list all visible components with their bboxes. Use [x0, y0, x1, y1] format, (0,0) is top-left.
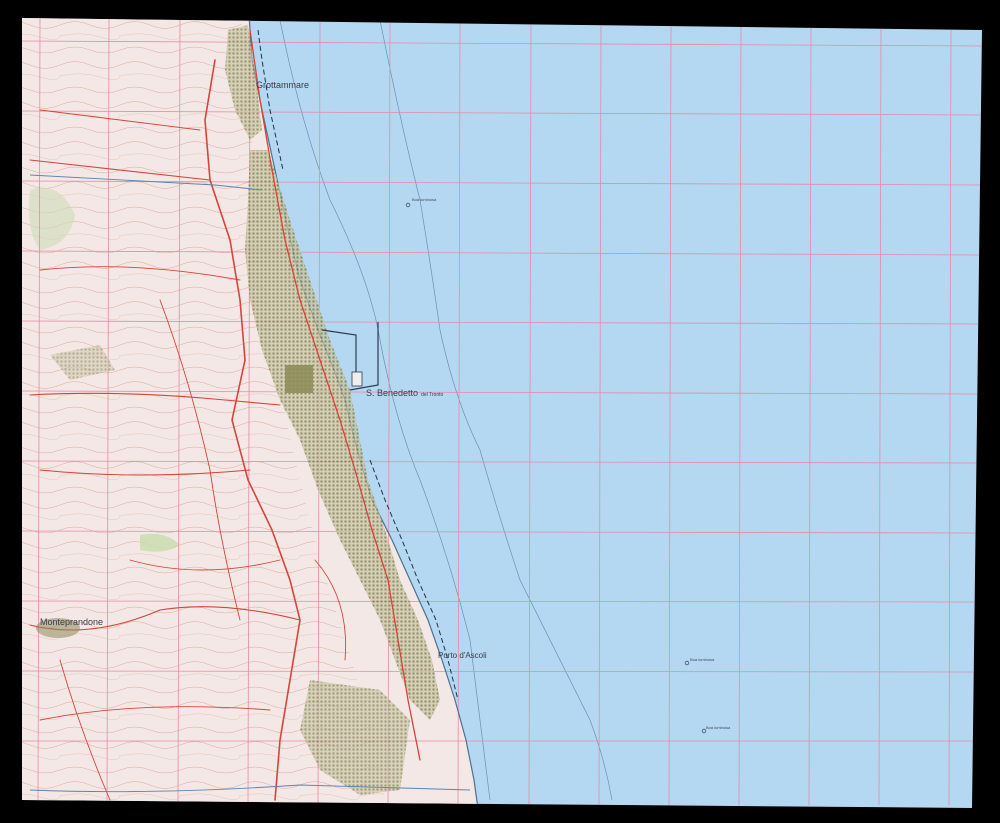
place-label-san-benedetto: S. Benedetto del Tronto	[366, 388, 443, 398]
buoy-label-3: Boa luminosa	[706, 725, 731, 730]
place-label-san-benedetto-suffix: del Tronto	[421, 392, 444, 398]
place-label-porto-ascoli: Porto d'Ascoli	[438, 651, 487, 660]
buoy-label-2: Boa luminosa	[690, 657, 715, 662]
place-label-san-benedetto-name: S. Benedetto	[366, 388, 419, 398]
buoy-label-1: Boa luminosa	[412, 197, 437, 202]
place-label-monteprandone: Monteprandone	[40, 617, 104, 627]
place-label-grottammare: Grottammare	[256, 80, 310, 90]
topographic-map[interactable]	[0, 0, 1000, 823]
